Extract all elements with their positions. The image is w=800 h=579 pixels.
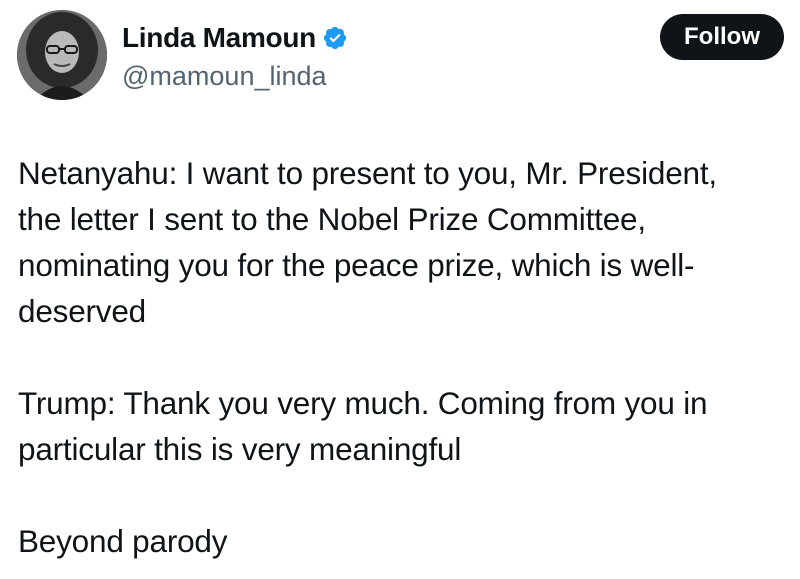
tweet-line: Netanyahu: I want to present to you, Mr.… [18,155,717,191]
author-name-row: Linda Mamoun [122,20,348,56]
tweet-line: the letter I sent to the Nobel Prize Com… [18,201,646,237]
avatar[interactable] [17,10,107,100]
verified-badge-icon [322,25,348,51]
tweet-line: Beyond parody [18,523,228,559]
author-display-name[interactable]: Linda Mamoun [122,20,316,56]
profile-photo-icon [17,10,107,100]
tweet-paragraph: Netanyahu: I want to present to you, Mr.… [18,150,796,334]
follow-button[interactable]: Follow [660,14,784,60]
tweet-line: deserved [18,293,146,329]
author-handle[interactable]: @mamoun_linda [122,60,327,92]
tweet-line: particular this is very meaningful [18,431,462,467]
tweet-paragraph: Trump: Thank you very much. Coming from … [18,380,796,472]
tweet-card: Linda Mamoun @mamoun_linda Follow Netany… [0,0,800,579]
tweet-line: Trump: Thank you very much. Coming from … [18,385,708,421]
tweet-line: nominating you for the peace prize, whic… [18,247,695,283]
tweet-text: Netanyahu: I want to present to you, Mr.… [18,150,796,564]
tweet-paragraph: Beyond parody [18,518,796,564]
